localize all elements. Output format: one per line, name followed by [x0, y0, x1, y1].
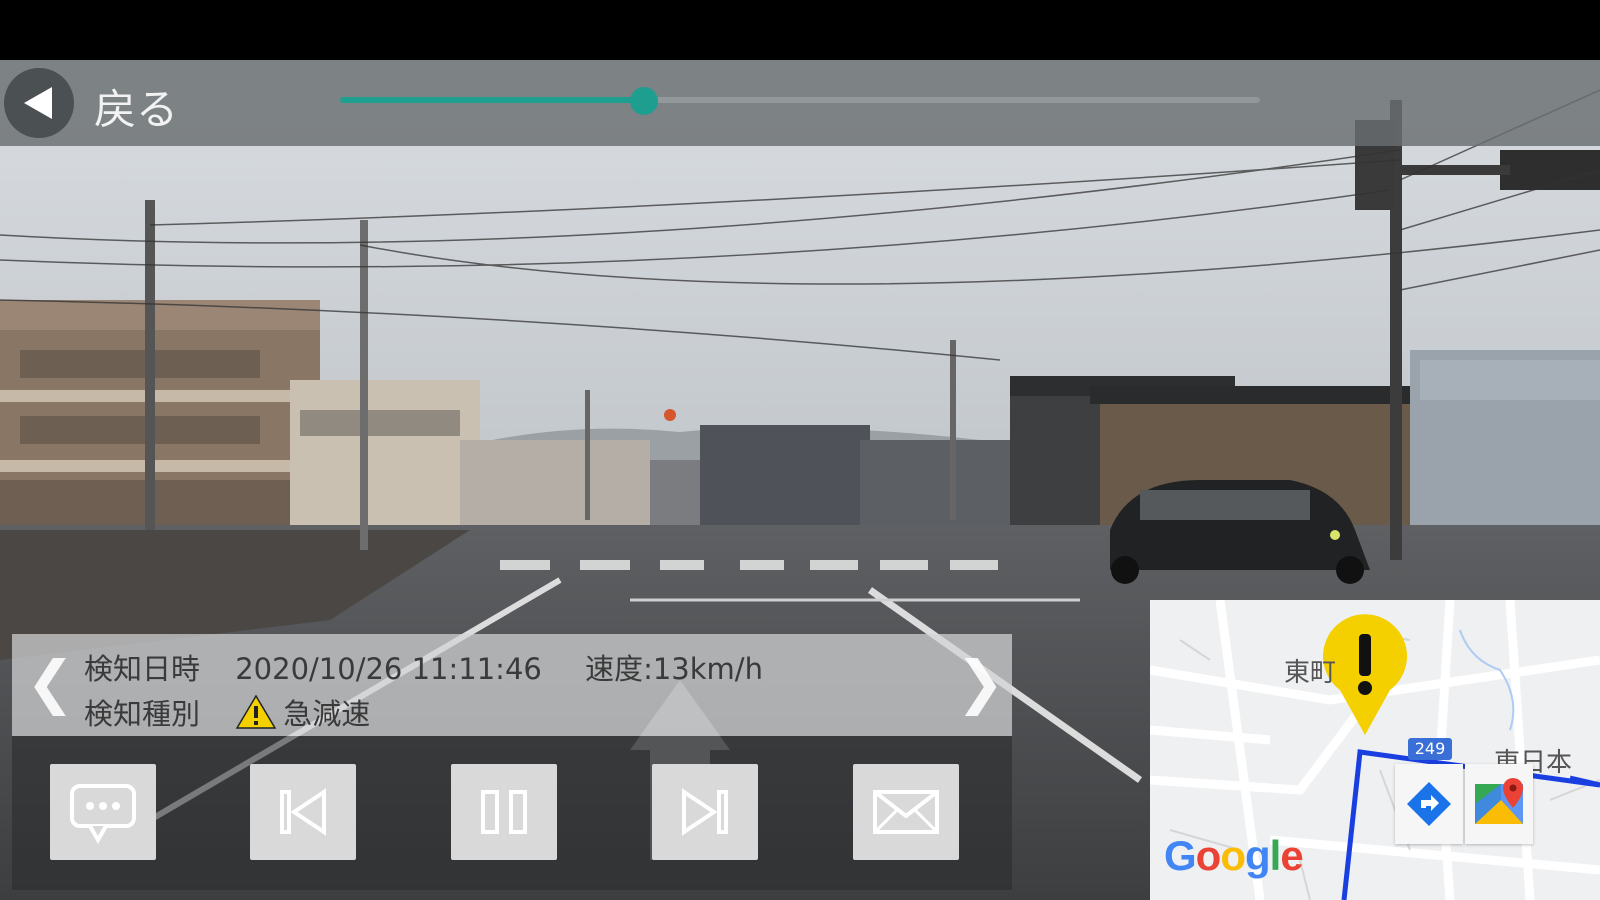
detection-type-label: 検知種別	[84, 697, 201, 731]
google-maps-icon	[1475, 778, 1523, 824]
google-logo-letter: o	[1220, 832, 1246, 879]
speech-bubble-icon	[70, 784, 136, 845]
previous-button[interactable]	[250, 764, 356, 860]
playback-controls	[12, 736, 1012, 890]
google-logo-letter: e	[1280, 832, 1303, 879]
google-maps-button[interactable]	[1465, 764, 1533, 844]
detection-info-panel: ❮ ❯ 検知日時 2020/10/26 11:11:46 速度:13km/h 検…	[12, 634, 1012, 736]
mail-icon	[873, 790, 939, 834]
skip-next-icon	[682, 788, 728, 836]
comment-button[interactable]	[50, 764, 156, 860]
detection-type-value: 急減速	[283, 697, 371, 731]
playback-slider-fill	[340, 97, 644, 103]
playback-slider-track[interactable]	[340, 97, 1260, 103]
detection-time-label: 検知日時	[84, 652, 201, 686]
pause-icon	[481, 790, 527, 834]
map-label-top: 東町	[1284, 658, 1337, 688]
mail-button[interactable]	[853, 764, 959, 860]
detection-time-value: 2020/10/26 11:11:46	[235, 652, 542, 686]
top-bar	[0, 60, 1600, 146]
directions-icon	[1407, 782, 1451, 826]
map-view[interactable]: 東町 東日本 249 Google	[1150, 600, 1600, 900]
google-logo-letter: G	[1164, 832, 1197, 879]
next-button[interactable]	[652, 764, 758, 860]
skip-previous-icon	[280, 788, 326, 836]
status-bar	[0, 0, 1600, 60]
google-logo-letter: l	[1269, 832, 1282, 879]
detection-type-row: 検知種別 急減速	[84, 691, 370, 733]
detection-time-row: 検知日時 2020/10/26 11:11:46 速度:13km/h	[84, 646, 763, 688]
google-logo-letter: o	[1195, 832, 1222, 879]
pause-button[interactable]	[451, 764, 557, 860]
back-arrow-icon	[24, 87, 52, 119]
back-label[interactable]: 戻る	[94, 76, 178, 137]
next-event-arrow[interactable]: ❯	[956, 652, 1005, 712]
route-number-badge: 249	[1408, 738, 1452, 760]
speed-value: 速度:13km/h	[585, 652, 763, 686]
google-logo-letter: g	[1244, 832, 1271, 879]
playback-slider-thumb[interactable]	[629, 87, 658, 115]
google-logo: Google	[1164, 832, 1304, 880]
directions-button[interactable]	[1395, 764, 1463, 844]
warning-icon	[235, 694, 277, 729]
back-button[interactable]	[4, 68, 74, 138]
previous-event-arrow[interactable]: ❮	[26, 652, 75, 712]
